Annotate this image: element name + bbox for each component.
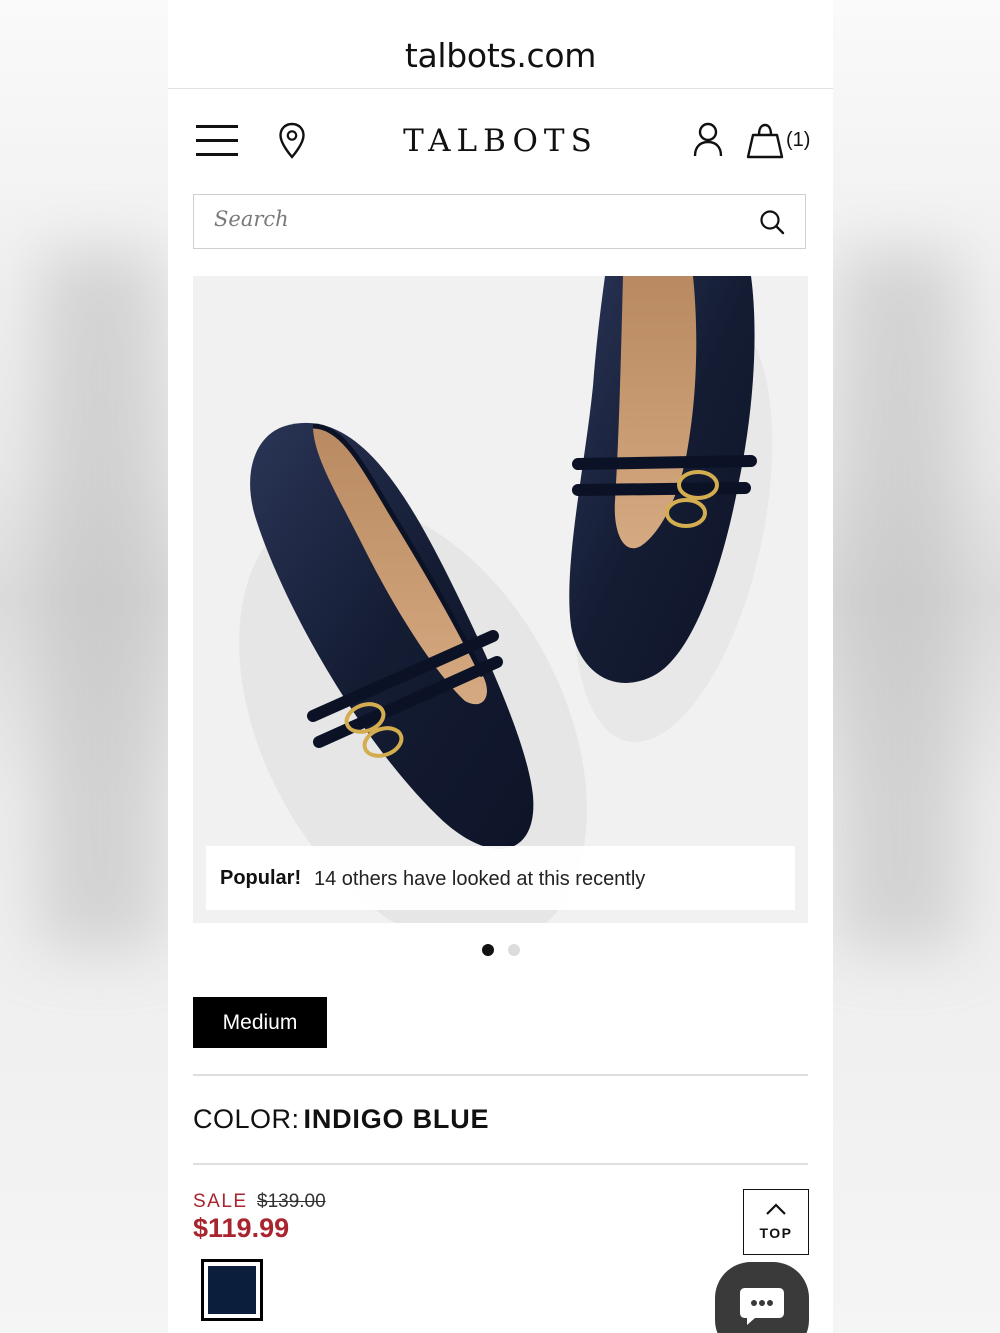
url-text: talbots.com [404, 36, 597, 75]
talbots-logo[interactable]: TALBOTS [358, 123, 643, 159]
color-value: INDIGO BLUE [303, 1104, 490, 1134]
size-option-medium[interactable]: Medium [193, 997, 327, 1048]
backdrop-right [833, 0, 1000, 1333]
popular-message: 14 others have looked at this recently [314, 868, 646, 890]
divider [193, 1074, 808, 1076]
carousel-dots [168, 944, 833, 956]
divider [193, 1163, 808, 1165]
back-to-top-button[interactable]: TOP [743, 1189, 809, 1255]
product-image-shoes [239, 276, 773, 923]
search-icon[interactable] [759, 209, 785, 235]
color-swatch-indigo-blue[interactable] [201, 1259, 263, 1321]
original-price: $139.00 [257, 1191, 326, 1212]
popular-notice: Popular! 14 others have looked at this r… [206, 846, 795, 910]
account-icon[interactable] [692, 122, 724, 158]
backdrop-left [0, 0, 168, 1333]
carousel-dot-2[interactable] [507, 944, 520, 956]
product-image-carousel[interactable]: Popular! 14 others have looked at this r… [193, 276, 808, 923]
search-input[interactable] [214, 207, 714, 231]
sale-label: SALE [193, 1191, 248, 1212]
color-selection: COLOR: INDIGO BLUE [193, 1104, 489, 1135]
chat-button[interactable] [715, 1262, 809, 1333]
site-header: TALBOTS (1) [168, 89, 833, 194]
chat-bubble-icon [740, 1288, 784, 1325]
chevron-up-icon [766, 1203, 786, 1215]
swatch-fill [208, 1266, 256, 1314]
color-label: COLOR: [193, 1104, 300, 1134]
carousel-dot-1[interactable] [481, 944, 494, 956]
shopping-bag-icon[interactable] [746, 122, 784, 160]
top-label: TOP [759, 1225, 793, 1241]
search-bar [193, 194, 806, 249]
popular-label: Popular! [220, 867, 302, 889]
menu-icon[interactable] [196, 125, 238, 157]
location-pin-icon[interactable] [278, 122, 306, 160]
browser-url-bar[interactable]: talbots.com [168, 0, 833, 89]
phone-viewport: talbots.com TALBOTS (1) Search Popular! … [168, 0, 833, 1333]
sale-price: $119.99 [193, 1213, 290, 1243]
cart-count[interactable]: (1) [786, 129, 810, 152]
